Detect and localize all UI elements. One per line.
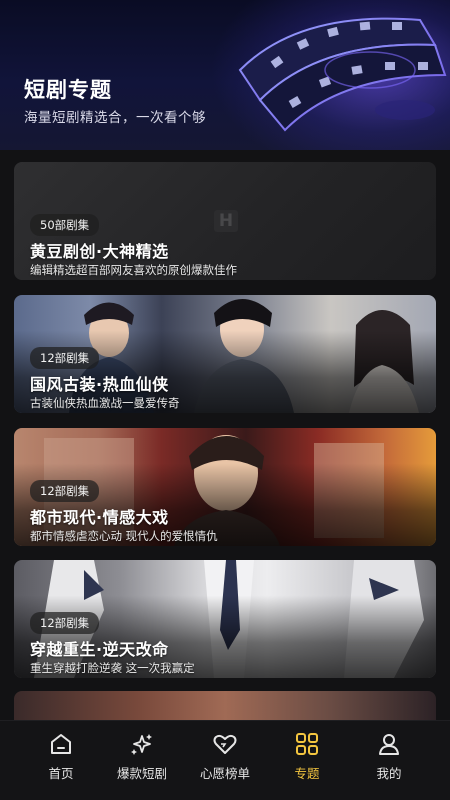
page-title: 短剧专题 (24, 78, 112, 102)
nav-label: 心愿榜单 (199, 766, 250, 781)
episode-count-badge: 12部剧集 (30, 480, 100, 502)
nav-wishlist[interactable]: 心愿榜单 (180, 731, 270, 791)
nav-topics[interactable]: 专题 (262, 731, 352, 791)
nav-label: 首页 (48, 766, 74, 781)
nav-label: 专题 (294, 766, 320, 781)
screen: 短剧专题 海量短剧精选合，一次看个够 H 50部剧集 黄豆剧创·大神精选 编辑精… (0, 0, 450, 800)
episode-count-badge: 12部剧集 (30, 612, 100, 634)
nav-hot-dramas[interactable]: 爆款短剧 (97, 731, 187, 791)
card-description: 重生穿越打脸逆袭 这一次我赢定 (30, 661, 195, 675)
page-subtitle: 海量短剧精选合，一次看个够 (24, 110, 206, 126)
film-reel-illustration (238, 17, 447, 132)
topic-card-urban[interactable]: 12部剧集 都市现代·情感大戏 都市情感虐恋心动 现代人的爱恨情仇 (14, 428, 436, 546)
topic-card-rebirth[interactable]: 12部剧集 穿越重生·逆天改命 重生穿越打脸逆袭 这一次我赢定 (14, 560, 436, 678)
episode-count-badge: 50部剧集 (30, 214, 100, 236)
card-description: 古装仙侠热血激战一曼爱传奇 (30, 396, 180, 410)
heart-icon (213, 734, 237, 754)
nav-label: 爆款短剧 (116, 766, 167, 781)
topic-card-ancient[interactable]: 12部剧集 国风古装·热血仙侠 古装仙侠热血激战一曼爱传奇 (14, 295, 436, 413)
card-description: 都市情感虐恋心动 现代人的爱恨情仇 (30, 529, 218, 543)
card-title: 国风古装·热血仙侠 (30, 375, 169, 394)
episode-count-badge: 12部剧集 (30, 347, 100, 369)
card-title: 都市现代·情感大戏 (30, 508, 169, 527)
topic-card-huangdou[interactable]: H 50部剧集 黄豆剧创·大神精选 编辑精选超百部网友喜欢的原创爆款佳作 (14, 162, 436, 280)
topic-header: 短剧专题 海量短剧精选合，一次看个够 (0, 0, 450, 150)
home-icon (51, 734, 71, 754)
grid-icon (296, 733, 318, 755)
card-title: 黄豆剧创·大神精选 (30, 242, 169, 261)
card-description: 编辑精选超百部网友喜欢的原创爆款佳作 (30, 263, 237, 277)
bottom-nav: 首页 爆款短剧 心愿榜单 专题 我的 (0, 720, 450, 800)
nav-label: 我的 (376, 766, 402, 781)
topic-list: H 50部剧集 黄豆剧创·大神精选 编辑精选超百部网友喜欢的原创爆款佳作 12部… (0, 150, 450, 731)
sparkle-icon (131, 734, 152, 755)
nav-profile[interactable]: 我的 (344, 731, 434, 791)
nav-home[interactable]: 首页 (16, 731, 106, 791)
profile-icon (379, 734, 399, 755)
card-title: 穿越重生·逆天改命 (30, 640, 169, 659)
brand-watermark-logo: H (214, 210, 238, 232)
